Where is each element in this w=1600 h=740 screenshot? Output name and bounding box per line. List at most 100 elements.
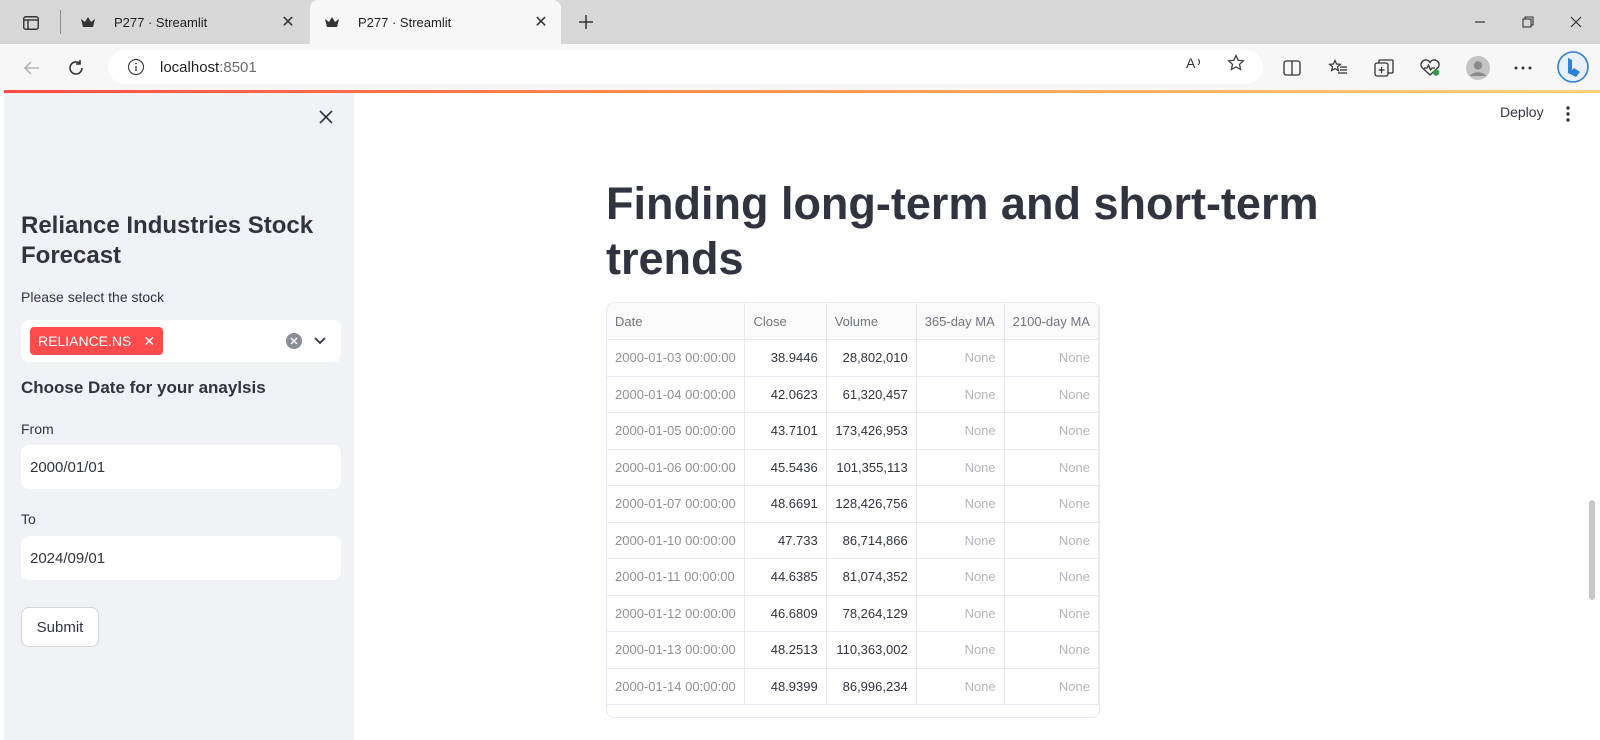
- refresh-icon[interactable]: [62, 54, 90, 82]
- address-bar[interactable]: localhost:8501: [108, 50, 1263, 84]
- submit-button[interactable]: Submit: [21, 607, 99, 647]
- table-cell[interactable]: 2000-01-10 00:00:00: [607, 522, 746, 559]
- table-cell[interactable]: 2000-01-11 00:00:00: [607, 558, 746, 596]
- split-screen-icon[interactable]: [1278, 54, 1306, 82]
- table-cell[interactable]: None: [1004, 595, 1099, 632]
- table-cell[interactable]: 45.5436: [744, 449, 827, 486]
- browser-tab-1[interactable]: P277 · Streamlit ✕: [66, 0, 308, 44]
- browser-essentials-icon[interactable]: [1416, 54, 1444, 82]
- data-table: Date Close Volume 365-day MA 2100-day MA…: [607, 303, 1099, 705]
- column-header[interactable]: Date: [607, 303, 746, 340]
- table-cell[interactable]: 2000-01-03 00:00:00: [607, 339, 746, 377]
- table-row: 2000-01-04 00:00:00 42.0623 61,320,457 None…: [607, 376, 1099, 413]
- window-close-icon[interactable]: [1562, 8, 1590, 36]
- table-cell[interactable]: None: [1004, 522, 1099, 559]
- table-cell[interactable]: 47.733: [744, 522, 827, 559]
- collections-icon[interactable]: [1370, 54, 1398, 82]
- column-header[interactable]: Volume: [826, 303, 917, 340]
- table-cell[interactable]: None: [916, 668, 1005, 705]
- table-cell[interactable]: None: [916, 595, 1005, 632]
- table-cell[interactable]: 110,363,002: [826, 631, 917, 669]
- table-cell[interactable]: None: [1004, 558, 1099, 596]
- page-scrollbar[interactable]: [1589, 500, 1595, 600]
- read-aloud-icon[interactable]: A: [1183, 51, 1207, 75]
- deploy-button[interactable]: Deploy: [1500, 104, 1544, 120]
- table-cell[interactable]: None: [1004, 339, 1099, 377]
- table-cell[interactable]: 128,426,756: [826, 485, 917, 523]
- table-cell[interactable]: 2000-01-14 00:00:00: [607, 668, 746, 705]
- table-cell[interactable]: 42.0623: [744, 376, 827, 413]
- table-cell[interactable]: 2000-01-12 00:00:00: [607, 595, 746, 632]
- chevron-down-icon[interactable]: [311, 332, 329, 350]
- more-options-icon[interactable]: [1509, 54, 1537, 82]
- to-date-input[interactable]: 2024/09/01: [21, 536, 341, 580]
- table-row: 2000-01-11 00:00:00 44.6385 81,074,352 None…: [607, 558, 1099, 596]
- url-text: localhost:8501: [160, 59, 1263, 76]
- browser-tab-2[interactable]: P277 · Streamlit ✕: [310, 0, 561, 44]
- profile-avatar[interactable]: [1464, 54, 1492, 82]
- table-row: 2000-01-05 00:00:00 43.7101 173,426,953 Non…: [607, 412, 1099, 450]
- table-cell[interactable]: 86,714,866: [826, 522, 917, 559]
- table-cell[interactable]: None: [1004, 668, 1099, 705]
- stock-dataframe[interactable]: Date Close Volume 365-day MA 2100-day MA…: [606, 302, 1100, 718]
- copilot-icon[interactable]: [1556, 50, 1590, 84]
- favorites-icon[interactable]: [1324, 54, 1352, 82]
- sidebar-close-icon[interactable]: [314, 105, 338, 129]
- table-cell[interactable]: None: [916, 485, 1005, 523]
- back-arrow-icon[interactable]: [18, 54, 46, 82]
- column-header[interactable]: 2100-day MA: [1004, 303, 1099, 340]
- table-cell[interactable]: None: [916, 522, 1005, 559]
- table-cell[interactable]: 43.7101: [744, 412, 827, 450]
- table-cell[interactable]: 2000-01-04 00:00:00: [607, 376, 746, 413]
- site-info-icon[interactable]: [126, 57, 146, 77]
- table-cell[interactable]: 78,264,129: [826, 595, 917, 632]
- clear-selection-icon[interactable]: [286, 333, 302, 349]
- table-cell[interactable]: None: [1004, 449, 1099, 486]
- table-cell[interactable]: 44.6385: [744, 558, 827, 596]
- table-cell[interactable]: None: [916, 412, 1005, 450]
- table-cell[interactable]: None: [916, 339, 1005, 377]
- table-cell[interactable]: None: [916, 631, 1005, 669]
- tab-title: P277 · Streamlit: [114, 14, 208, 30]
- column-header[interactable]: Close: [744, 303, 827, 340]
- to-date-label: To: [21, 511, 36, 527]
- svg-text:A: A: [1186, 55, 1196, 71]
- table-cell[interactable]: 101,355,113: [826, 449, 917, 486]
- table-cell[interactable]: None: [1004, 376, 1099, 413]
- table-cell[interactable]: None: [916, 558, 1005, 596]
- column-header[interactable]: 365-day MA: [916, 303, 1005, 340]
- tab-close-icon[interactable]: ✕: [274, 8, 302, 36]
- table-cell[interactable]: 28,802,010: [826, 339, 917, 377]
- tab-actions-icon[interactable]: [18, 11, 44, 35]
- tab-close-icon[interactable]: ✕: [527, 8, 555, 36]
- table-cell[interactable]: None: [916, 449, 1005, 486]
- restore-icon[interactable]: [1514, 8, 1542, 36]
- table-cell[interactable]: 46.6809: [744, 595, 827, 632]
- minimize-icon[interactable]: [1466, 8, 1494, 36]
- main-menu-icon[interactable]: [1560, 104, 1576, 124]
- stock-multiselect[interactable]: RELIANCE.NS ✕: [21, 320, 341, 362]
- new-tab-icon[interactable]: [572, 8, 600, 36]
- table-cell[interactable]: 2000-01-06 00:00:00: [607, 449, 746, 486]
- table-row: 2000-01-13 00:00:00 48.2513 110,363,002 Non…: [607, 631, 1099, 669]
- table-cell[interactable]: 173,426,953: [826, 412, 917, 450]
- table-cell[interactable]: 2000-01-07 00:00:00: [607, 485, 746, 523]
- table-cell[interactable]: 61,320,457: [826, 376, 917, 413]
- table-cell[interactable]: 48.2513: [744, 631, 827, 669]
- favorite-star-icon[interactable]: [1224, 51, 1248, 75]
- table-cell[interactable]: 2000-01-05 00:00:00: [607, 412, 746, 450]
- table-cell[interactable]: 81,074,352: [826, 558, 917, 596]
- table-cell[interactable]: 48.6691: [744, 485, 827, 523]
- table-cell[interactable]: None: [916, 376, 1005, 413]
- table-cell[interactable]: 38.9446: [744, 339, 827, 377]
- table-cell[interactable]: 48.9399: [744, 668, 827, 705]
- table-cell[interactable]: 86,996,234: [826, 668, 917, 705]
- sidebar: Reliance Industries Stock Forecast Pleas…: [4, 93, 354, 740]
- table-cell[interactable]: None: [1004, 485, 1099, 523]
- remove-chip-icon[interactable]: ✕: [143, 333, 155, 350]
- browser-toolbar: localhost:8501 A: [0, 44, 1600, 91]
- table-cell[interactable]: None: [1004, 412, 1099, 450]
- table-cell[interactable]: 2000-01-13 00:00:00: [607, 631, 746, 669]
- from-date-input[interactable]: 2000/01/01: [21, 445, 341, 489]
- table-cell[interactable]: None: [1004, 631, 1099, 669]
